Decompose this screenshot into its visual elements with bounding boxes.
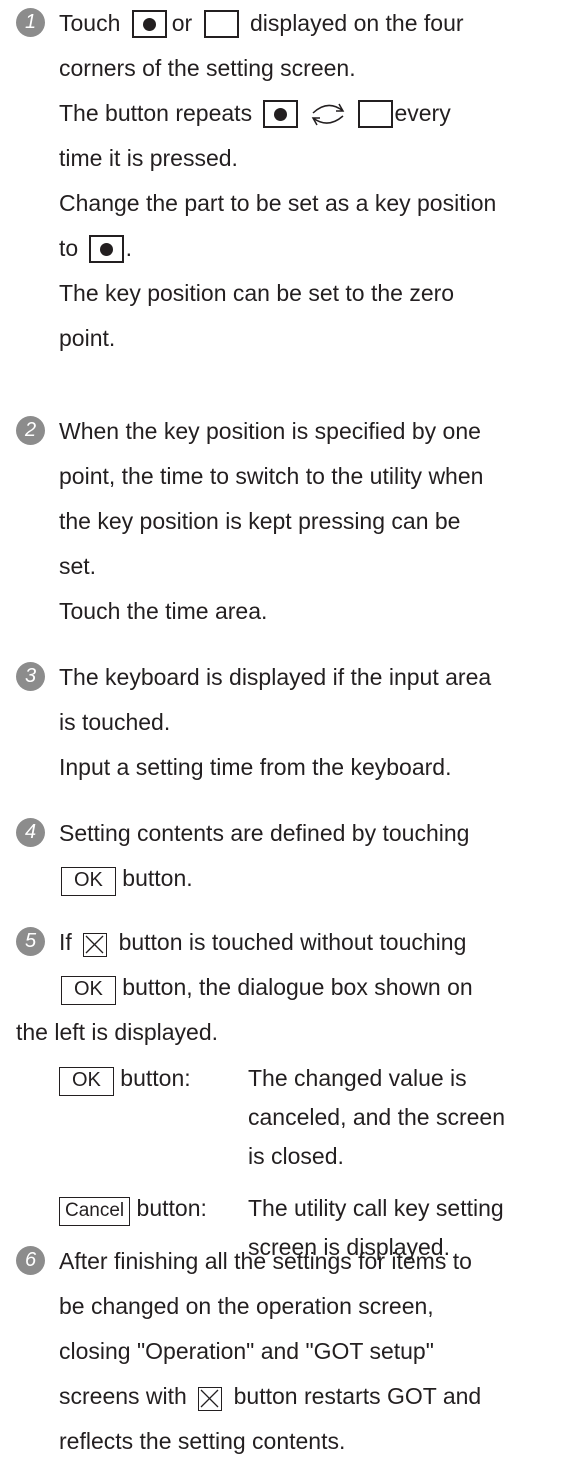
step-number-badge: 3 (16, 662, 45, 691)
text: or (171, 10, 193, 36)
ok-button-glyph: OK (61, 867, 116, 896)
text: point, the time to switch to the utility… (59, 463, 484, 489)
step-1-text: Touch or displayed on the four corners o… (59, 6, 564, 366)
text: button. (122, 865, 193, 891)
text: After finishing all the settings for ite… (59, 1248, 472, 1274)
definition-term: button: (136, 1195, 207, 1221)
step-4-text: Setting contents are defined by touching… (59, 816, 564, 906)
step-number-badge: 4 (16, 818, 45, 847)
step-number-badge: 2 (16, 416, 45, 445)
text: time it is pressed. (59, 145, 238, 171)
text: Setting contents are defined by touching (59, 820, 470, 846)
text: set. (59, 553, 97, 579)
text: be changed on the operation screen, (59, 1293, 434, 1319)
filled-dot-square-icon (131, 10, 167, 38)
text: button is touched without touching (118, 929, 467, 955)
definition-text: is closed. (248, 1143, 344, 1169)
text: corners of the setting screen. (59, 55, 356, 81)
text: button restarts GOT and (233, 1383, 482, 1409)
close-x-icon (83, 933, 108, 957)
empty-square-icon (203, 10, 239, 38)
text: is touched. (59, 709, 171, 735)
text: the left is displayed. (16, 1019, 219, 1045)
filled-dot-square-icon (88, 235, 124, 263)
text: button, the dialogue box shown on (122, 974, 473, 1000)
step-6-text: After finishing all the settings for ite… (59, 1244, 564, 1469)
text: the key position is kept pressing can be (59, 508, 461, 534)
text: . (125, 235, 132, 261)
ok-button-glyph: OK (61, 976, 116, 1005)
step-3-text: The keyboard is displayed if the input a… (59, 660, 564, 795)
close-x-icon (198, 1387, 223, 1411)
text: The keyboard is displayed if the input a… (59, 664, 492, 690)
empty-square-icon (358, 100, 394, 128)
text: Input a setting time from the keyboard. (59, 754, 452, 780)
text: reflects the setting contents. (59, 1428, 346, 1454)
text: displayed on the four (250, 10, 464, 36)
text: screens with (59, 1383, 187, 1409)
text: When the key position is specified by on… (59, 418, 481, 444)
ok-button-glyph: OK (59, 1067, 114, 1096)
text: every (394, 100, 451, 126)
definition-text: The utility call key setting (248, 1195, 504, 1221)
step-number-badge: 5 (16, 927, 45, 956)
cancel-button-glyph: Cancel (59, 1197, 131, 1226)
step-number-badge: 1 (16, 8, 45, 37)
filled-dot-square-icon (263, 100, 299, 128)
text: If (59, 929, 72, 955)
definition-text: canceled, and the screen (248, 1104, 506, 1130)
definition-term: button: (120, 1065, 191, 1091)
text: The key position can be set to the zero (59, 280, 455, 306)
definition-text: The changed value is (248, 1065, 467, 1091)
step-number-badge: 6 (16, 1246, 45, 1275)
text: Change the part to be set as a key posit… (59, 190, 497, 216)
step-5-text: If button is touched without touching OK… (16, 925, 564, 1060)
text: to (59, 235, 79, 261)
text: point. (59, 325, 116, 351)
text: Touch (59, 10, 121, 36)
text: The button repeats (59, 100, 253, 126)
text: closing "Operation" and "GOT setup" (59, 1338, 434, 1364)
step-2-text: When the key position is specified by on… (59, 414, 564, 639)
text: Touch the time area. (59, 598, 268, 624)
cycle-arrows-icon (312, 103, 345, 126)
